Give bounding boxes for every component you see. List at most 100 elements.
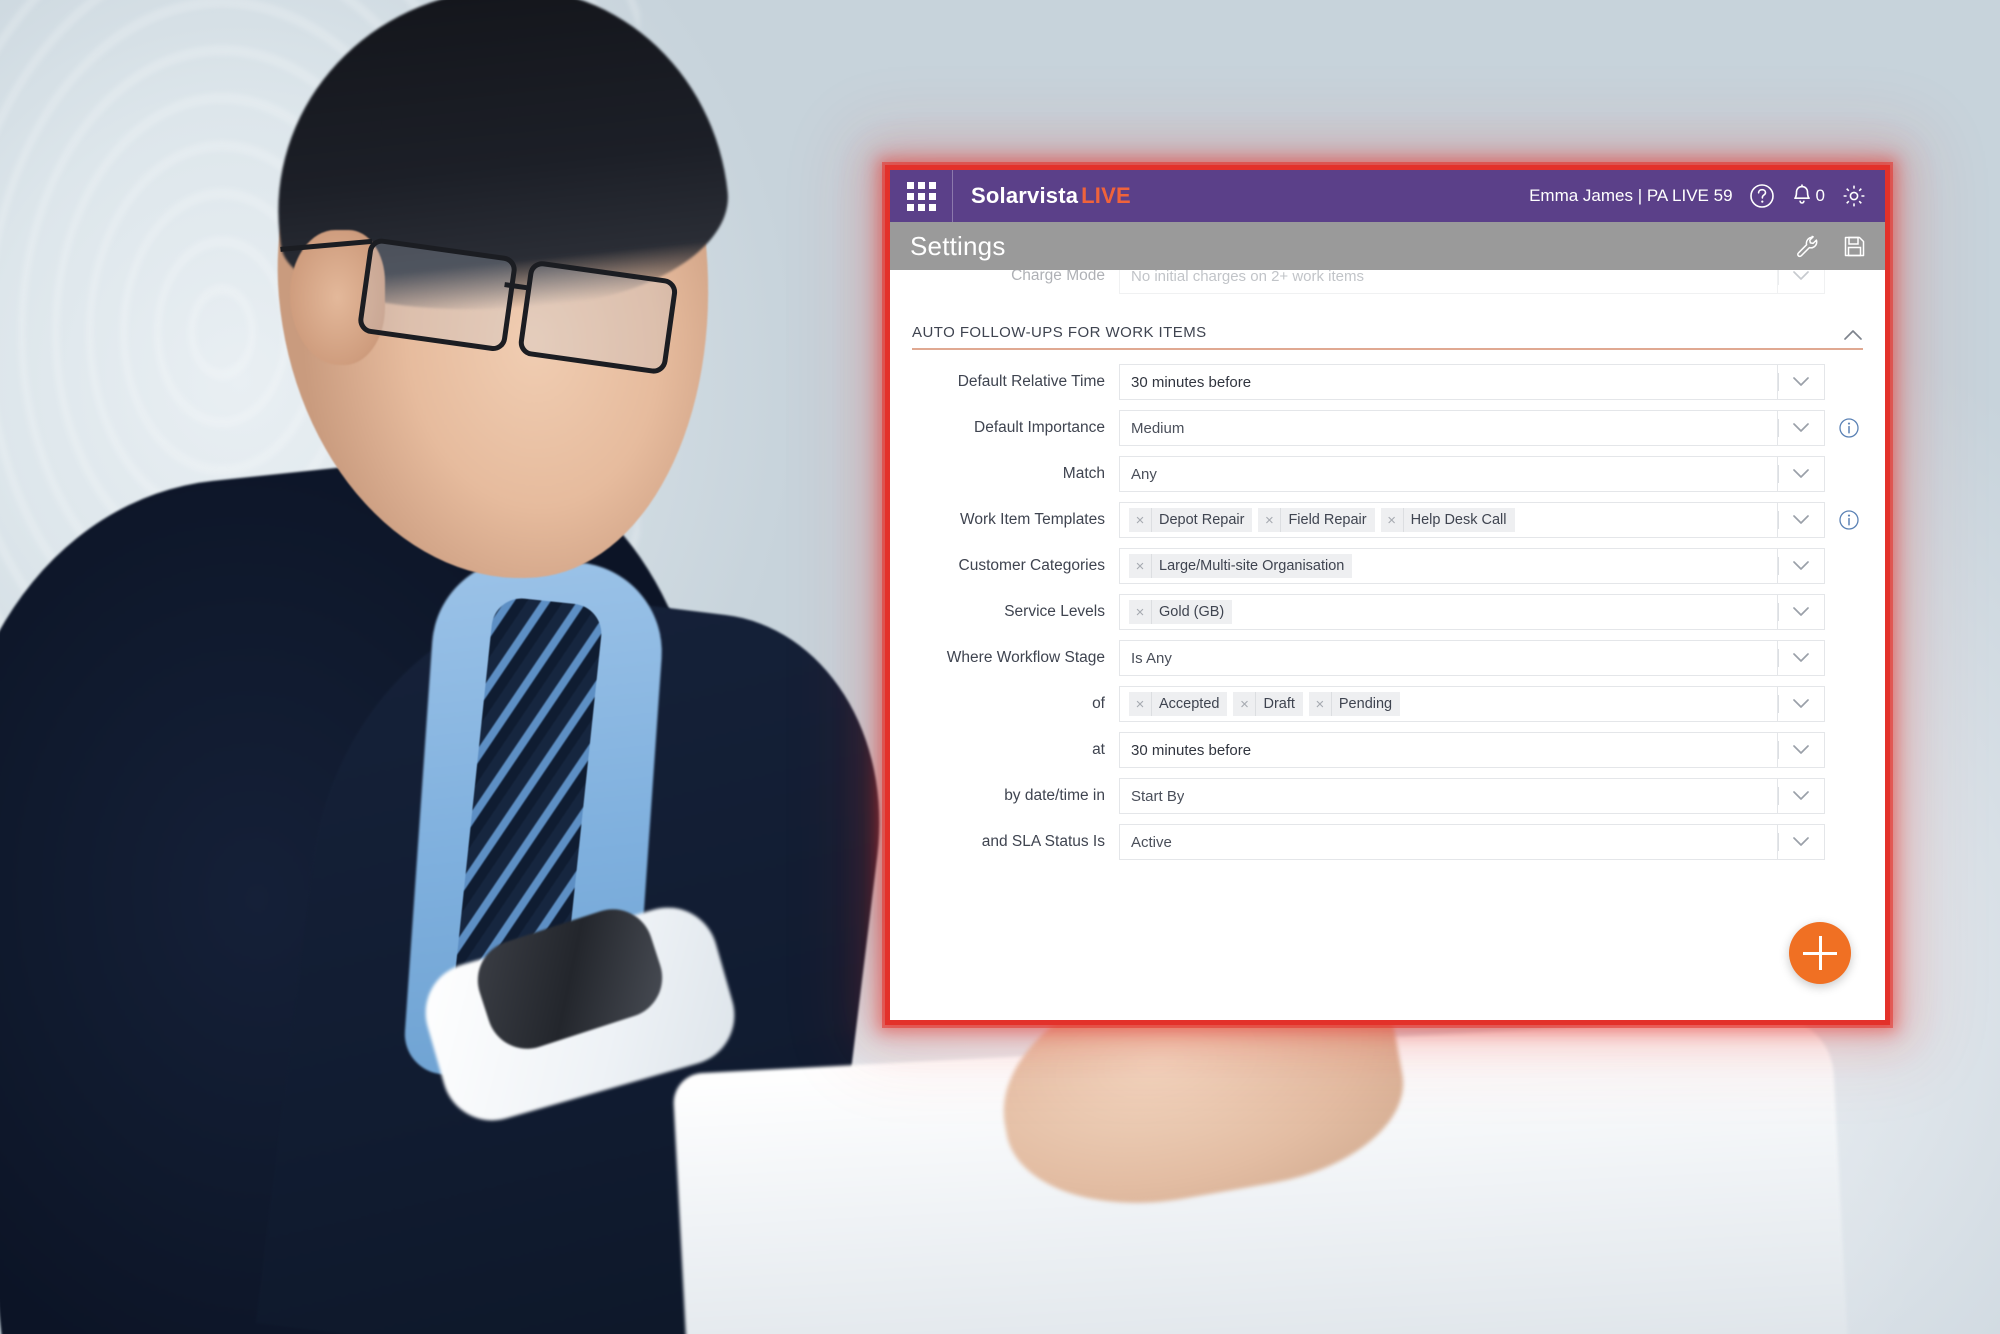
row-label: at — [1092, 741, 1105, 758]
multiselect-field[interactable]: × Depot Repair × Field Repair × Help Desk Cal… — [1119, 502, 1825, 538]
field-value: 30 minutes before — [1131, 741, 1252, 759]
chevron-down-icon[interactable] — [1777, 687, 1824, 721]
field-separator — [1778, 649, 1779, 667]
chip-remove-icon[interactable]: × — [1129, 600, 1152, 624]
form-row: by date/time in Start By — [890, 778, 1863, 814]
row-label: Work Item Templates — [959, 511, 1105, 528]
chip-label: Draft — [1263, 696, 1295, 712]
plus-icon-vertical — [1818, 936, 1822, 970]
chevron-down-icon[interactable] — [1777, 270, 1824, 293]
gear-icon[interactable] — [1841, 183, 1867, 209]
select-field[interactable]: 30 minutes before — [1119, 732, 1825, 768]
row-charge-mode: Charge Mode No initial charges on 2+ wor… — [890, 270, 1863, 294]
chip[interactable]: × Help Desk Call — [1380, 508, 1515, 532]
field-separator — [1778, 557, 1779, 575]
chip-remove-icon[interactable]: × — [1129, 508, 1152, 532]
row-label: of — [1092, 695, 1105, 712]
form-row: Work Item Templates × Depot Repair × Field R… — [890, 502, 1863, 538]
settings-form-body: Charge Mode No initial charges on 2+ wor… — [890, 270, 1885, 1020]
chip[interactable]: × Draft — [1233, 692, 1303, 716]
select-field[interactable]: Medium — [1119, 410, 1825, 446]
app-grid-dots — [906, 181, 936, 211]
chip[interactable]: × Depot Repair — [1129, 508, 1253, 532]
field-value: 30 minutes before — [1131, 373, 1252, 391]
bell-icon — [1793, 184, 1810, 204]
field-value: Any — [1131, 465, 1157, 483]
topbar-right-group: Emma James | PA LIVE 59 0 — [1529, 183, 1885, 209]
chevron-down-icon[interactable] — [1777, 825, 1824, 859]
row-label: by date/time in — [1004, 787, 1105, 804]
brand-name: Solarvista — [971, 183, 1079, 208]
chip[interactable]: × Large/Multi-site Organisation — [1129, 554, 1353, 578]
chip-remove-icon[interactable]: × — [1258, 508, 1282, 532]
chevron-down-icon[interactable] — [1777, 549, 1824, 583]
form-row: of × Accepted × Draft × Pending — [890, 686, 1863, 722]
chip-label: Pending — [1338, 696, 1393, 712]
select-field[interactable]: Start By — [1119, 778, 1825, 814]
field-separator — [1778, 511, 1779, 529]
field-value: No initial charges on 2+ work items — [1131, 270, 1365, 285]
chip-remove-icon[interactable]: × — [1129, 692, 1152, 716]
settings-header-bar: Settings — [890, 222, 1885, 270]
chevron-down-icon[interactable] — [1777, 457, 1824, 491]
chip-remove-icon[interactable]: × — [1381, 508, 1404, 532]
chip[interactable]: × Pending — [1308, 692, 1401, 716]
form-row: and SLA Status Is Active — [890, 824, 1863, 860]
form-row: Default Relative Time 30 minutes before — [890, 364, 1863, 400]
chevron-up-icon[interactable] — [1843, 329, 1863, 341]
select-field[interactable]: Any — [1119, 456, 1825, 492]
field-separator — [1778, 741, 1779, 759]
chevron-down-icon[interactable] — [1777, 503, 1824, 537]
chevron-down-icon[interactable] — [1777, 365, 1824, 399]
chip-label: Field Repair — [1288, 512, 1367, 528]
field-separator — [1778, 603, 1779, 621]
chip[interactable]: × Gold (GB) — [1129, 600, 1233, 624]
save-disk-icon[interactable] — [1842, 234, 1867, 259]
row-label: Service Levels — [1004, 603, 1105, 620]
chip[interactable]: × Accepted — [1129, 692, 1228, 716]
row-label: Charge Mode — [1011, 270, 1105, 284]
field-separator — [1778, 695, 1779, 713]
field-separator — [1778, 787, 1779, 805]
chevron-down-icon[interactable] — [1777, 641, 1824, 675]
add-button[interactable] — [1789, 922, 1851, 984]
chevron-down-icon[interactable] — [1777, 411, 1824, 445]
field-separator — [1778, 373, 1779, 391]
charge-mode-field[interactable]: No initial charges on 2+ work items — [1119, 270, 1825, 294]
info-icon[interactable] — [1835, 509, 1863, 531]
user-account-label[interactable]: Emma James | PA LIVE 59 — [1529, 186, 1732, 206]
app-grid-icon[interactable] — [890, 170, 953, 222]
field-separator — [1778, 419, 1779, 437]
select-field[interactable]: Is Any — [1119, 640, 1825, 676]
chevron-down-icon[interactable] — [1777, 779, 1824, 813]
select-field[interactable]: Active — [1119, 824, 1825, 860]
chip-remove-icon[interactable]: × — [1309, 692, 1332, 716]
glasses-lens-left — [356, 236, 519, 353]
chip[interactable]: × Field Repair — [1258, 508, 1375, 532]
multiselect-field[interactable]: × Large/Multi-site Organisation — [1119, 548, 1825, 584]
row-label: Default Relative Time — [957, 373, 1105, 390]
brand-suffix: LIVE — [1081, 183, 1131, 208]
chip-label: Depot Repair — [1159, 512, 1245, 528]
help-circle-icon[interactable] — [1749, 183, 1775, 209]
chip-label: Help Desk Call — [1410, 512, 1507, 528]
chevron-down-icon[interactable] — [1777, 733, 1824, 767]
chip-remove-icon[interactable]: × — [1233, 692, 1257, 716]
notifications-bell[interactable]: 0 — [1791, 184, 1825, 208]
select-field[interactable]: 30 minutes before — [1119, 364, 1825, 400]
form-row: Where Workflow Stage Is Any — [890, 640, 1863, 676]
brand-logo: Solarvista LIVE — [971, 183, 1131, 209]
form-row: Service Levels × Gold (GB) — [890, 594, 1863, 630]
info-icon[interactable] — [1835, 417, 1863, 439]
chip-remove-icon[interactable]: × — [1129, 554, 1152, 578]
app-topbar: SolarvistaLIVE Emma James | PA LIVE 59 — [890, 170, 1885, 222]
multiselect-field[interactable]: × Gold (GB) — [1119, 594, 1825, 630]
notification-count: 0 — [1815, 186, 1825, 205]
wrench-icon[interactable] — [1795, 234, 1820, 259]
section-header-auto-follow-ups: AUTO FOLLOW-UPS FOR WORK ITEMS — [912, 324, 1863, 350]
multiselect-field[interactable]: × Accepted × Draft × Pending — [1119, 686, 1825, 722]
form-row: Match Any — [890, 456, 1863, 492]
form-row: Customer Categories × Large/Multi-site Org… — [890, 548, 1863, 584]
chip-list: × Depot Repair × Field Repair × Help Desk Cal… — [1120, 508, 1777, 532]
chevron-down-icon[interactable] — [1777, 595, 1824, 629]
